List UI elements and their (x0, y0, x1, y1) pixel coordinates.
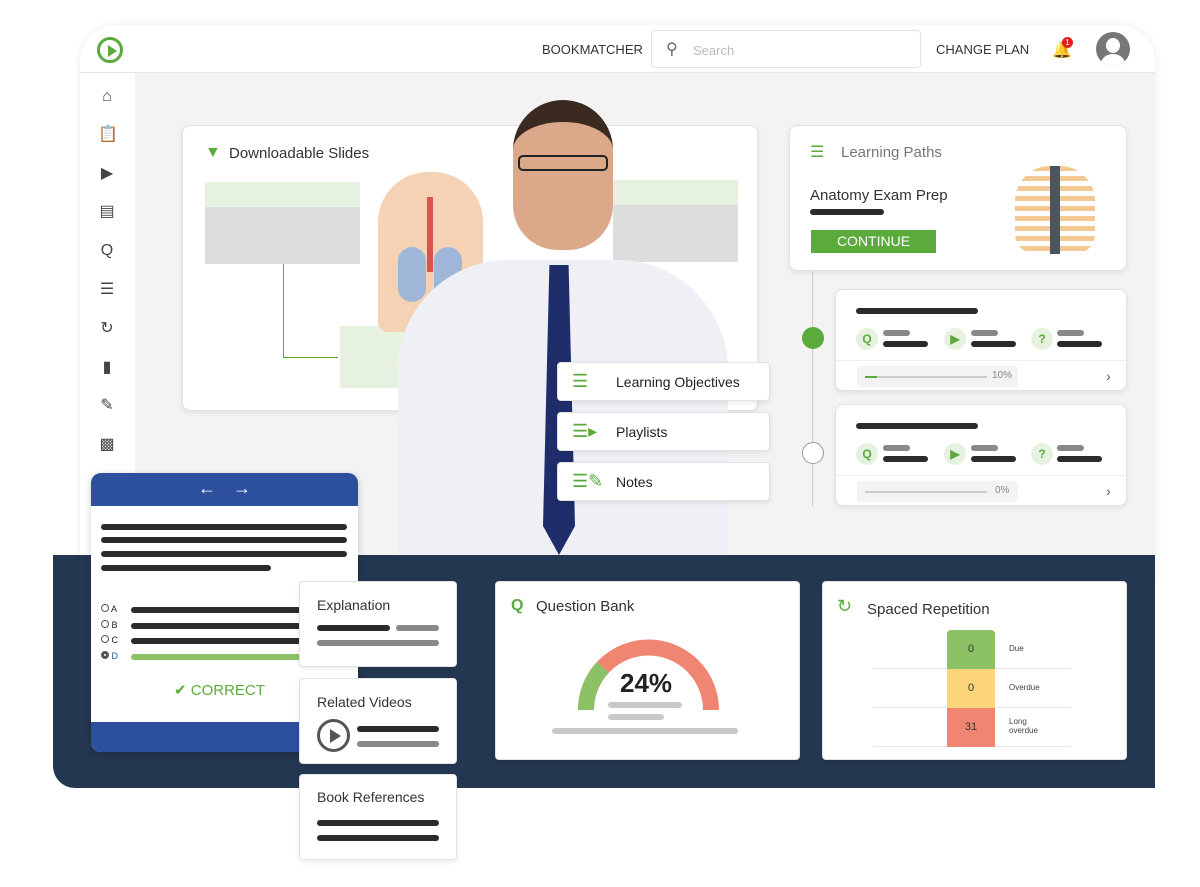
video-icon: ▶ (944, 443, 966, 465)
question-icon: Q (856, 328, 878, 350)
video-icon[interactable]: ▶ (98, 166, 116, 182)
question-bank-title: Question Bank (536, 598, 635, 615)
diagram-connector (283, 357, 338, 358)
option-a[interactable]: A (101, 604, 117, 614)
ribcage-illustration (1015, 166, 1095, 254)
sr-label: Long overdue (1009, 717, 1038, 735)
menu-item-playlists[interactable]: ☰▸ Playlists (557, 412, 770, 451)
list-icon: ☰ (572, 371, 589, 391)
gauge-percent: 24% (620, 668, 673, 698)
spaced-repetition-icon: ↻ (837, 596, 853, 616)
nav-bookmatcher[interactable]: BOOKMATCHER (542, 42, 643, 57)
menu-item-notes[interactable]: ☰✎ Notes (557, 462, 770, 501)
search-icon: ⚲ (666, 41, 678, 58)
notes-icon: ☰✎ (572, 471, 604, 491)
chevron-right-icon[interactable]: › (1106, 483, 1111, 499)
timeline-line (812, 271, 813, 506)
library-icon[interactable]: ▤ (98, 204, 116, 220)
learning-path-icon: ☰ (810, 144, 825, 161)
menu-label: Playlists (616, 424, 668, 440)
question-bank-icon: Q (511, 597, 524, 614)
diagram-connector (283, 264, 284, 358)
spaced-repetition-card[interactable]: ↻ Spaced Repetition 0 Due 0 Overdue 31 L… (822, 581, 1127, 760)
related-videos-card[interactable]: Related Videos (299, 678, 457, 764)
option-c[interactable]: C (101, 635, 118, 645)
sr-row: 31 Long overdue (873, 708, 1071, 747)
search-placeholder: Search (693, 43, 735, 58)
bookmark-icon[interactable]: ▮ (98, 360, 116, 376)
explanation-card[interactable]: Explanation (299, 581, 457, 667)
quiz-icon: ? (1031, 328, 1053, 350)
menu-label: Learning Objectives (616, 374, 740, 390)
learning-paths-title: Learning Paths (841, 144, 942, 161)
download-file-icon: ▼ (205, 144, 221, 161)
explanation-title: Explanation (317, 597, 391, 613)
progress-bar: 10% (857, 366, 1018, 387)
question-bank-card[interactable]: Q Question Bank 24% (495, 581, 800, 760)
question-bank-icon[interactable]: Q (98, 243, 116, 259)
menu-item-learning-objectives[interactable]: ☰ Learning Objectives (557, 362, 770, 401)
progress-bar: 0% (857, 481, 1018, 502)
sr-label: Overdue (1009, 683, 1040, 692)
sr-count: 0 (947, 669, 995, 708)
spaced-repetition-title: Spaced Repetition (867, 601, 990, 618)
notes-icon[interactable]: ✎ (98, 398, 116, 414)
chevron-right-icon[interactable]: › (1106, 368, 1111, 384)
module-incomplete-marker (802, 442, 824, 464)
question-icon: Q (856, 443, 878, 465)
option-b[interactable]: B (101, 620, 118, 630)
avatar[interactable] (1096, 32, 1130, 66)
check-icon: ✔ (174, 682, 187, 699)
top-header: BOOKMATCHER ⚲ Search CHANGE PLAN 🔔 1 (80, 25, 1155, 73)
module-card[interactable]: Q ▶ ? 0% › (835, 404, 1127, 506)
sr-row: 0 Overdue (873, 669, 1071, 708)
module-complete-marker (802, 327, 824, 349)
sr-row: 0 Due (873, 630, 1071, 669)
module-card[interactable]: Q ▶ ? 10% › (835, 289, 1127, 391)
path-name: Anatomy Exam Prep (810, 187, 948, 204)
sr-count: 0 (947, 630, 995, 669)
video-icon: ▶ (944, 328, 966, 350)
slides-title: Downloadable Slides (229, 145, 370, 162)
home-icon[interactable]: ⌂ (98, 89, 116, 105)
sr-label: Due (1009, 644, 1024, 653)
notification-badge: 1 (1062, 37, 1073, 48)
correct-result: ✔ CORRECT (174, 682, 265, 699)
arrow-right-icon[interactable]: → (233, 478, 251, 499)
book-references-card[interactable]: Book References (299, 774, 457, 860)
play-icon[interactable] (317, 719, 350, 752)
quiz-icon: ? (1031, 443, 1053, 465)
spaced-repetition-icon[interactable]: ↻ (98, 321, 116, 337)
menu-label: Notes (616, 474, 653, 490)
sr-count: 31 (947, 708, 995, 747)
book-references-title: Book References (317, 789, 425, 805)
logo-icon[interactable] (97, 37, 123, 63)
learning-path-icon[interactable]: ☰ (98, 282, 116, 298)
chart-icon[interactable]: ▩ (98, 437, 116, 453)
search-input[interactable]: ⚲ Search (651, 30, 921, 68)
learning-paths-card: ☰ Learning Paths Anatomy Exam Prep CONTI… (789, 125, 1127, 271)
progress-label: 10% (992, 370, 1013, 381)
nav-change-plan[interactable]: CHANGE PLAN (936, 42, 1029, 57)
arrow-left-icon[interactable]: ← (198, 478, 216, 499)
progress-label: 0% (995, 485, 1010, 496)
slide-diagram (205, 182, 360, 264)
option-d[interactable]: D (101, 651, 118, 661)
clipboard-icon[interactable]: 📋 (98, 127, 118, 143)
continue-button[interactable]: CONTINUE (811, 230, 936, 253)
playlist-icon: ☰▸ (572, 421, 598, 441)
related-videos-title: Related Videos (317, 694, 412, 710)
